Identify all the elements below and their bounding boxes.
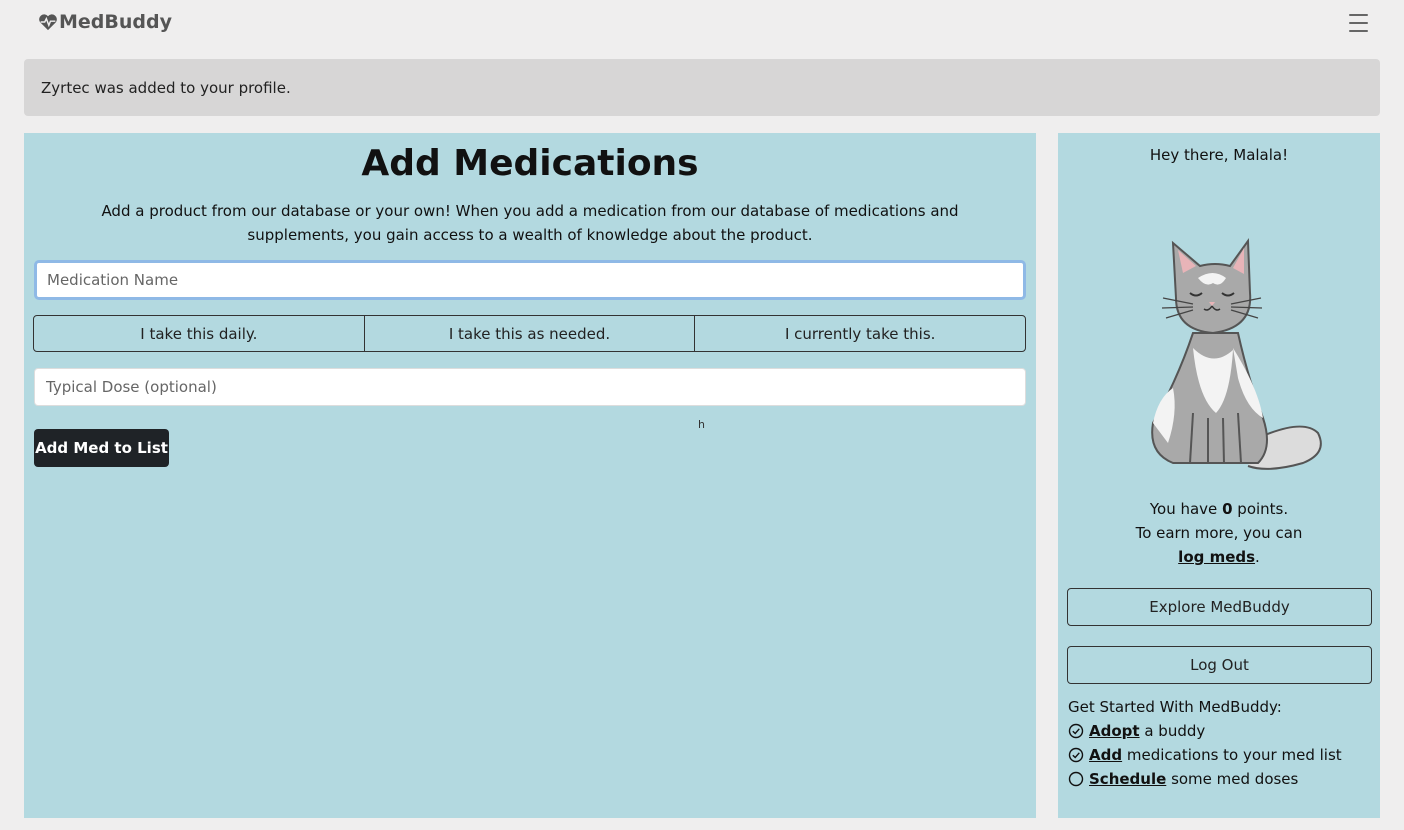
brand-name: MedBuddy xyxy=(59,11,172,33)
checklist-item: Add medications to your med list xyxy=(1068,743,1373,767)
heart-pulse-icon xyxy=(39,14,57,31)
adopt-link[interactable]: Adopt xyxy=(1089,722,1140,740)
schedule-link[interactable]: Schedule xyxy=(1089,770,1166,788)
log-out-button[interactable]: Log Out xyxy=(1067,646,1372,684)
as-needed-option-button[interactable]: I take this as needed. xyxy=(365,316,696,351)
points-prefix: You have xyxy=(1149,500,1218,518)
intro-text: Add a product from our database or your … xyxy=(101,202,959,244)
log-meds-link[interactable]: log meds xyxy=(1178,548,1255,566)
brand-link[interactable]: MedBuddy xyxy=(38,11,172,33)
points-value: 0 xyxy=(1222,500,1233,518)
empty-circle-icon xyxy=(1068,771,1084,787)
earn-text: To earn more, you can xyxy=(1135,524,1303,542)
add-medications-panel: Add Medications Add a product from our d… xyxy=(24,133,1036,818)
checklist-item: Adopt a buddy xyxy=(1068,719,1373,743)
greeting: Hey there, Malala! xyxy=(1149,146,1289,164)
sidebar: Hey there, Malala! You have 0 points. To… xyxy=(1058,133,1380,818)
hamburger-icon[interactable] xyxy=(1349,14,1368,32)
alert-banner: Zyrtec was added to your profile. xyxy=(24,59,1380,116)
navbar: MedBuddy xyxy=(0,0,1404,48)
add-med-button[interactable]: Add Med to List xyxy=(34,429,169,467)
page-title: Add Medications xyxy=(361,143,699,184)
alert-message: Zyrtec was added to your profile. xyxy=(41,79,291,97)
get-started-title: Get Started With MedBuddy: xyxy=(1068,698,1282,716)
frequency-toggle-group: I take this daily. I take this as needed… xyxy=(33,315,1026,352)
medication-name-input[interactable] xyxy=(34,260,1026,300)
checklist-text: a buddy xyxy=(1144,722,1206,740)
explore-medbuddy-button[interactable]: Explore MedBuddy xyxy=(1067,588,1372,626)
check-circle-icon xyxy=(1068,723,1084,739)
currently-take-option-button[interactable]: I currently take this. xyxy=(695,316,1025,351)
check-circle-icon xyxy=(1068,747,1084,763)
points-suffix: points. xyxy=(1237,500,1289,518)
checklist-text: some med doses xyxy=(1171,770,1299,788)
daily-option-button[interactable]: I take this daily. xyxy=(34,316,365,351)
checklist-text: medications to your med list xyxy=(1126,746,1342,764)
points-summary: You have 0 points. To earn more, you can… xyxy=(1058,497,1380,569)
stray-text: h xyxy=(698,418,705,431)
typical-dose-input[interactable] xyxy=(34,368,1026,406)
earn-end: . xyxy=(1255,548,1260,566)
checklist-item: Schedule some med doses xyxy=(1068,767,1373,791)
add-link[interactable]: Add xyxy=(1089,746,1122,764)
get-started-checklist: Get Started With MedBuddy: Adopt a buddy… xyxy=(1068,695,1373,791)
cat-illustration xyxy=(1151,238,1322,470)
